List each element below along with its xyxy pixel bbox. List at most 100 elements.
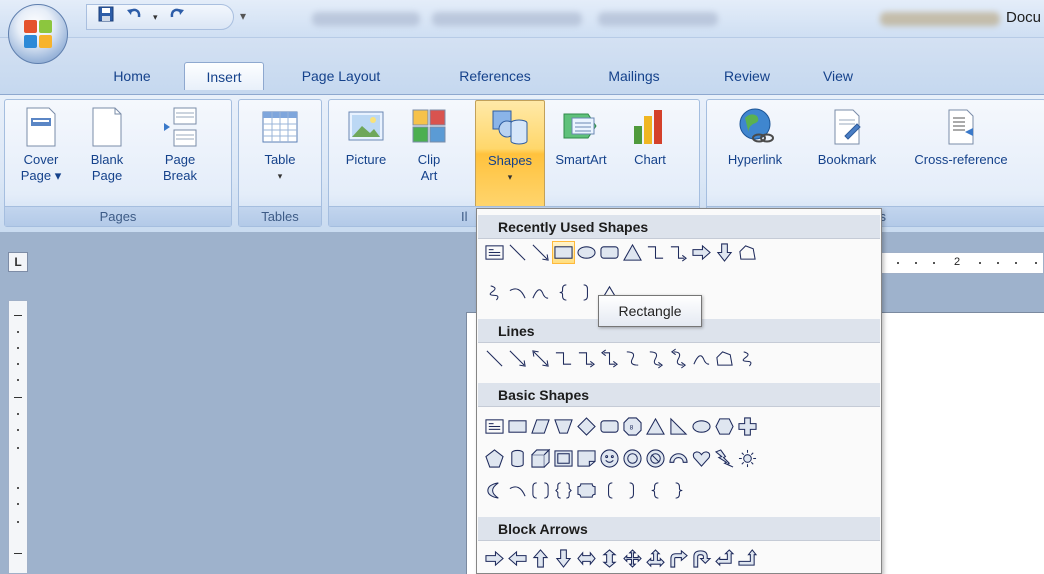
tab-selector[interactable]: L — [8, 252, 28, 272]
horizontal-ruler[interactable]: 2 — [860, 252, 1044, 274]
trapezoid-shape-icon[interactable] — [552, 415, 575, 438]
redo-icon[interactable] — [168, 5, 186, 29]
elbow-arrow-connector-shape-icon[interactable] — [575, 347, 598, 370]
no-symbol-shape-icon[interactable] — [644, 447, 667, 470]
tab-insert[interactable]: Insert — [184, 62, 264, 90]
donut-shape-icon[interactable] — [621, 447, 644, 470]
cover-page-button[interactable]: Cover Page ▾ — [11, 106, 71, 184]
left-right-up-arrow-shape-icon[interactable] — [644, 547, 667, 570]
triangle-shape-icon[interactable] — [644, 415, 667, 438]
tab-references[interactable]: References — [440, 62, 550, 90]
left-right-arrow-shape-icon[interactable] — [575, 547, 598, 570]
blank-page-button[interactable]: Blank Page — [79, 106, 135, 184]
oval-shape-icon[interactable] — [690, 415, 713, 438]
curve-shape-icon[interactable] — [690, 347, 713, 370]
cross-reference-button[interactable]: Cross-reference — [893, 106, 1029, 168]
bent-arrow-shape-icon[interactable] — [667, 547, 690, 570]
right-arrow-shape-icon[interactable] — [483, 547, 506, 570]
rectangle-shape-icon[interactable] — [552, 241, 575, 264]
double-brace-shape-icon[interactable] — [552, 479, 575, 502]
cube-shape-icon[interactable] — [529, 447, 552, 470]
right-bracket-shape-icon[interactable] — [575, 281, 598, 304]
tab-view[interactable]: View — [808, 62, 868, 90]
right-arrow-shape-icon[interactable] — [690, 241, 713, 264]
up-arrow-shape-icon[interactable] — [529, 547, 552, 570]
chart-button[interactable]: Chart — [623, 106, 677, 168]
up-down-arrow-shape-icon[interactable] — [598, 547, 621, 570]
pentagon-shape-icon[interactable] — [483, 447, 506, 470]
left-bracket-shape-icon[interactable] — [598, 479, 621, 502]
hyperlink-button[interactable]: Hyperlink — [707, 106, 803, 168]
line-shape-icon[interactable] — [483, 347, 506, 370]
freeform-shape-icon[interactable] — [736, 241, 759, 264]
plaque-shape-icon[interactable] — [575, 479, 598, 502]
diamond-shape-icon[interactable] — [575, 415, 598, 438]
undo-dropdown-icon[interactable]: ▾ — [153, 7, 158, 27]
double-bracket-shape-icon[interactable] — [529, 479, 552, 502]
table-button[interactable]: Table ▾ — [251, 106, 309, 184]
undo-icon[interactable] — [125, 5, 143, 29]
bent-up-arrow-shape-icon[interactable] — [736, 547, 759, 570]
quad-arrow-shape-icon[interactable] — [621, 547, 644, 570]
save-icon[interactable] — [97, 5, 115, 29]
hexagon-shape-icon[interactable] — [713, 415, 736, 438]
oval-shape-icon[interactable] — [575, 241, 598, 264]
page-break-button[interactable]: Page Break — [147, 106, 213, 184]
left-up-arrow-shape-icon[interactable] — [713, 547, 736, 570]
down-arrow-shape-icon[interactable] — [713, 241, 736, 264]
sun-shape-icon[interactable] — [736, 447, 759, 470]
elbow-double-arrow-connector-shape-icon[interactable] — [598, 347, 621, 370]
smartart-button[interactable]: SmartArt — [545, 106, 617, 168]
down-arrow-shape-icon[interactable] — [552, 547, 575, 570]
tab-home[interactable]: Home — [100, 62, 164, 90]
customize-arrow-icon[interactable]: ▾ — [240, 9, 246, 23]
rounded-rectangle-shape-icon[interactable] — [598, 415, 621, 438]
can-shape-icon[interactable] — [506, 447, 529, 470]
moon-shape-icon[interactable] — [483, 479, 506, 502]
rounded-rectangle-shape-icon[interactable] — [598, 241, 621, 264]
block-arc-shape-icon[interactable] — [667, 447, 690, 470]
scribble-shape-icon[interactable] — [483, 281, 506, 304]
triangle-shape-icon[interactable] — [621, 241, 644, 264]
arrow-line-shape-icon[interactable] — [506, 347, 529, 370]
tab-review[interactable]: Review — [710, 62, 784, 90]
office-button[interactable] — [8, 4, 68, 64]
curved-double-arrow-connector-shape-icon[interactable] — [667, 347, 690, 370]
right-triangle-shape-icon[interactable] — [667, 415, 690, 438]
right-bracket-shape-icon[interactable] — [621, 479, 644, 502]
clip-art-button[interactable]: Clip Art — [409, 106, 449, 184]
arc-shape-icon[interactable] — [506, 479, 529, 502]
line-shape-icon[interactable] — [506, 241, 529, 264]
u-turn-arrow-shape-icon[interactable] — [690, 547, 713, 570]
elbow-connector-shape-icon[interactable] — [644, 241, 667, 264]
left-brace-shape-icon[interactable] — [644, 479, 667, 502]
left-arrow-shape-icon[interactable] — [506, 547, 529, 570]
arrow-line-shape-icon[interactable] — [529, 241, 552, 264]
tab-mailings[interactable]: Mailings — [588, 62, 680, 90]
folded-corner-shape-icon[interactable] — [575, 447, 598, 470]
curve-shape-icon[interactable] — [529, 281, 552, 304]
elbow-arrow-connector-shape-icon[interactable] — [667, 241, 690, 264]
elbow-connector-shape-icon[interactable] — [552, 347, 575, 370]
bevel-shape-icon[interactable] — [552, 447, 575, 470]
freeform-shape-icon[interactable] — [713, 347, 736, 370]
octagon-shape-icon[interactable]: 8 — [621, 415, 644, 438]
smiley-face-shape-icon[interactable] — [598, 447, 621, 470]
tab-page-layout[interactable]: Page Layout — [284, 62, 398, 90]
shapes-button[interactable]: Shapes ▾ — [475, 100, 545, 208]
right-brace-shape-icon[interactable] — [667, 479, 690, 502]
picture-button[interactable]: Picture — [337, 106, 395, 168]
heart-shape-icon[interactable] — [690, 447, 713, 470]
parallelogram-shape-icon[interactable] — [529, 415, 552, 438]
curved-connector-shape-icon[interactable] — [621, 347, 644, 370]
lightning-bolt-shape-icon[interactable] — [713, 447, 736, 470]
vertical-ruler[interactable] — [8, 300, 28, 574]
rectangle-shape-icon[interactable] — [506, 415, 529, 438]
bookmark-button[interactable]: Bookmark — [807, 106, 887, 168]
text-box-shape-icon[interactable] — [483, 415, 506, 438]
scribble-shape-icon[interactable] — [736, 347, 759, 370]
left-brace-shape-icon[interactable] — [552, 281, 575, 304]
double-arrow-line-shape-icon[interactable] — [529, 347, 552, 370]
text-box-shape-icon[interactable] — [483, 241, 506, 264]
arc-shape-icon[interactable] — [506, 281, 529, 304]
